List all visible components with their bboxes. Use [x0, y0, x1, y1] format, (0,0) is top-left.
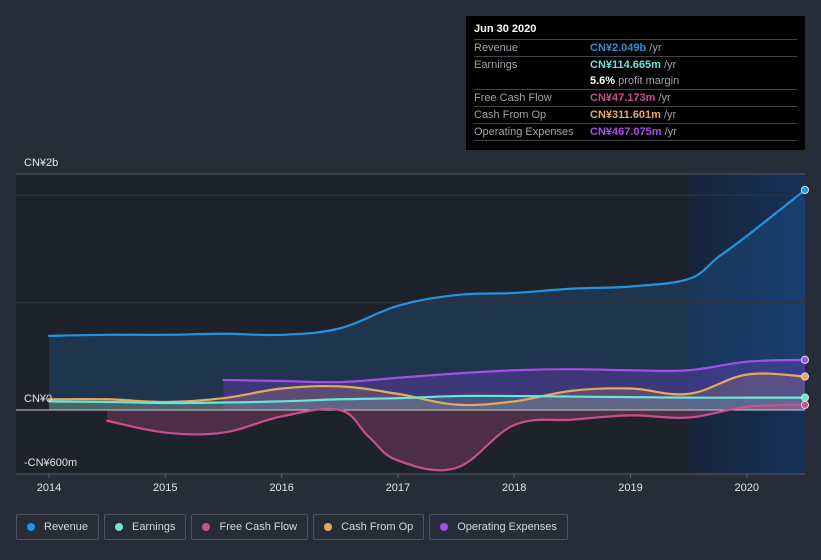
- legend: Revenue Earnings Free Cash Flow Cash Fro…: [16, 514, 568, 540]
- legend-dot-icon: [115, 523, 124, 531]
- legend-dot-icon: [440, 523, 449, 531]
- x-tick-label: 2019: [618, 482, 642, 494]
- tooltip-date: Jun 30 2020: [474, 23, 797, 40]
- legend-label: Free Cash Flow: [219, 521, 298, 533]
- legend-item-revenue[interactable]: Revenue: [16, 514, 100, 540]
- tooltip-label: Cash From Op: [474, 109, 547, 121]
- tooltip-label: Operating Expenses: [474, 126, 574, 138]
- tooltip-row-free-cash-flow: Free Cash Flow CN¥47.173m /yr: [474, 90, 797, 107]
- y-tick-label: CN¥2b: [24, 157, 58, 169]
- legend-item-earnings[interactable]: Earnings: [104, 514, 187, 540]
- y-tick-label: CN¥0: [24, 393, 52, 405]
- legend-item-free-cash-flow[interactable]: Free Cash Flow: [191, 514, 309, 540]
- x-tick-label: 2015: [153, 482, 177, 494]
- tooltip-value: CN¥467.075m: [590, 126, 662, 138]
- tooltip-profit-margin: 5.6% profit margin: [474, 73, 797, 90]
- tooltip-row-operating-expenses: Operating Expenses CN¥467.075m /yr: [474, 124, 797, 141]
- tooltip-unit: /yr: [658, 92, 671, 104]
- legend-item-operating-expenses[interactable]: Operating Expenses: [429, 514, 568, 540]
- tooltip-value: CN¥114.665m: [590, 59, 661, 71]
- legend-label: Earnings: [132, 521, 176, 533]
- endpoint-revenue: [800, 185, 810, 195]
- x-tick-label: 2017: [386, 482, 410, 494]
- tooltip-label: Earnings: [474, 59, 518, 71]
- tooltip-value: CN¥311.601m: [590, 109, 661, 121]
- tooltip-unit: /yr: [649, 42, 662, 54]
- tooltip-unit: /yr: [664, 126, 677, 138]
- tooltip-row-cash-from-op: Cash From Op CN¥311.601m /yr: [474, 107, 797, 124]
- profit-margin-value: 5.6%: [590, 75, 616, 87]
- legend-dot-icon: [27, 523, 35, 531]
- legend-label: Revenue: [44, 521, 89, 533]
- tooltip: Jun 30 2020 Revenue CN¥2.049b /yr Earnin…: [466, 16, 805, 150]
- x-tick-label: 2020: [735, 482, 759, 494]
- legend-item-cash-from-op[interactable]: Cash From Op: [313, 514, 425, 540]
- legend-dot-icon: [202, 523, 211, 531]
- tooltip-row-earnings: Earnings CN¥114.665m /yr: [474, 57, 797, 73]
- tooltip-unit: /yr: [663, 59, 677, 71]
- tooltip-value: CN¥47.173m: [590, 92, 656, 104]
- tooltip-label: Revenue: [474, 42, 519, 54]
- x-tick-label: 2016: [269, 482, 293, 494]
- legend-dot-icon: [324, 523, 333, 531]
- y-tick-label: -CN¥600m: [24, 457, 77, 469]
- tooltip-label: Free Cash Flow: [474, 92, 552, 104]
- tooltip-unit: /yr: [663, 109, 677, 121]
- endpoint-operating-expenses: [800, 355, 810, 364]
- endpoint-free-cash-flow: [800, 400, 810, 410]
- legend-label: Cash From Op: [341, 521, 414, 533]
- legend-label: Operating Expenses: [457, 521, 557, 533]
- tooltip-row-revenue: Revenue CN¥2.049b /yr: [474, 40, 797, 57]
- endpoint-cash-from-op: [800, 372, 810, 381]
- x-tick-label: 2018: [502, 482, 526, 494]
- endpoint-earnings: [800, 393, 810, 402]
- x-tick-label: 2014: [37, 482, 61, 494]
- profit-margin-label: profit margin: [618, 75, 680, 87]
- tooltip-value: CN¥2.049b: [590, 42, 647, 54]
